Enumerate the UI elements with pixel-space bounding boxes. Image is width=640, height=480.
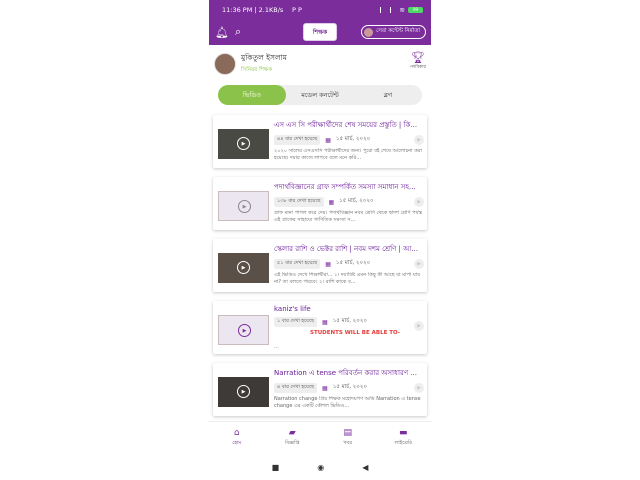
app-bar: 🔔︎ ⌕ শিক্ষক সেরা কন্টেন্ট নির্মাতা xyxy=(209,19,431,45)
signal-icon xyxy=(379,6,387,13)
video-date: ১৫ মার্চ, ২০২০ xyxy=(339,198,374,204)
play-icon-faded: ▶ xyxy=(414,135,424,145)
play-icon-faded: ▶ xyxy=(414,197,424,207)
nav-news-label: খবর xyxy=(343,440,353,446)
folder-icon: ▬ xyxy=(398,428,408,438)
teacher-role: সিনিয়র শিক্ষক xyxy=(241,66,273,73)
video-description: গ্রাফ মানা পাগল করে দেয়। পদার্থবিজ্ঞান … xyxy=(274,210,422,223)
play-icon: ▶ xyxy=(238,324,251,337)
tab-video[interactable]: ভিডিও xyxy=(218,85,286,105)
video-card[interactable]: ▶ স্কেলার রাশি ও ভেক্টর রাশি | নবম দশম শ… xyxy=(213,239,427,292)
calendar-icon: ▦ xyxy=(322,384,328,392)
tab-blog[interactable]: ব্লগ xyxy=(354,85,422,105)
battery-icon: 99 xyxy=(408,6,423,13)
award-button[interactable]: 🏆︎ পদবিকার xyxy=(410,51,426,71)
video-description: এই ভিডিও দেখে শিক্ষার্থীরা... ১। দয়াবিষ… xyxy=(274,272,421,285)
video-title[interactable]: kaniz's life xyxy=(274,305,422,313)
nav-notifications[interactable]: ▰ বিজ্ঞপ্তি xyxy=(265,422,321,454)
tab-model-content[interactable]: মডেল কনটেন্ট xyxy=(286,85,354,105)
video-title[interactable]: স্কেলার রাশি ও ভেক্টর রাশি | নবম দশম শ্র… xyxy=(274,243,422,255)
video-description: ২০২০ সালের এসএসসি পরীক্ষার্থীদের জন্য। প… xyxy=(274,148,422,161)
trophy-icon: 🏆︎ xyxy=(410,51,425,64)
video-card[interactable]: ▶ Narration এ tense পরিবর্তন করার অসাধার… xyxy=(213,363,427,416)
bottom-navigation: ⌂ হোম ▰ বিজ্ঞপ্তি ▤ খবর ▬ লাইব্রেরি xyxy=(209,421,431,454)
nav-notifications-label: বিজ্ঞপ্তি xyxy=(284,440,300,446)
best-content-label: সেরা কন্টেন্ট নির্মাতা xyxy=(376,28,420,34)
play-icon-faded: ▶ xyxy=(414,321,424,331)
calendar-icon: ▦ xyxy=(325,260,331,268)
video-title[interactable]: এস এস সি পরীক্ষার্থীদের শেষ সময়ের প্রস্… xyxy=(274,119,422,131)
home-system-button[interactable]: ◉ xyxy=(317,463,324,472)
video-date: ১৫ মার্চ, ২০২০ xyxy=(332,318,367,324)
play-icon-faded: ▶ xyxy=(414,383,424,393)
calendar-icon: ▦ xyxy=(322,318,328,326)
creator-avatar xyxy=(364,27,374,37)
back-button[interactable]: ◀ xyxy=(362,463,368,472)
play-icon: ▶ xyxy=(238,200,251,213)
video-date: ১৫ মার্চ, ২০২০ xyxy=(332,384,367,390)
video-card[interactable]: ▶ পদার্থবিজ্ঞানের গ্রাফ সম্পর্কিত সমস্যা… xyxy=(213,177,427,230)
status-right: ≋ 99 xyxy=(379,5,423,14)
system-navigation: ■ ◉ ◀ xyxy=(209,454,431,480)
video-title[interactable]: পদার্থবিজ্ঞানের গ্রাফ সম্পর্কিত সমস্যা স… xyxy=(274,181,422,193)
logo-text: শিক্ষক xyxy=(312,28,328,36)
play-icon: ▶ xyxy=(237,385,250,398)
view-count: ১ বার দেখা হয়েছে xyxy=(274,317,318,327)
app-logo: শিক্ষক xyxy=(303,23,337,41)
nav-home[interactable]: ⌂ হোম xyxy=(209,422,265,454)
award-label: পদবিকার xyxy=(409,65,426,70)
video-date: ১৫ মার্চ, ২০২০ xyxy=(335,136,371,142)
video-list: ▶ এস এস সি পরীক্ষার্থীদের শেষ সময়ের প্র… xyxy=(213,115,427,425)
video-card[interactable]: ▶ এস এস সি পরীক্ষার্থীদের শেষ সময়ের প্র… xyxy=(213,115,427,168)
content-tabs: ভিডিও মডেল কনটেন্ট ব্লগ xyxy=(218,85,422,105)
avatar xyxy=(214,52,236,75)
search-icon[interactable]: ⌕ xyxy=(235,25,255,39)
phone-screen: 11:36 PM | 2.1KB/s P P ≋ 99 🔔︎ ⌕ শিক্ষক … xyxy=(209,0,431,480)
home-icon: ⌂ xyxy=(233,428,240,438)
video-description: STUDENTS WILL BE ABLE TO- xyxy=(310,330,401,336)
view-count: ৪৪ বার দেখা হয়েছে xyxy=(274,135,321,145)
play-icon-faded: ▶ xyxy=(414,259,424,269)
video-description: Narration change প্রিয় শিক্ষক মহোদয়গণ … xyxy=(274,396,421,409)
video-thumbnail[interactable]: ▶ xyxy=(218,253,269,283)
teacher-profile[interactable]: মুকিতুল ইসলাম সিনিয়র শিক্ষক 🏆︎ পদবিকার xyxy=(209,45,431,82)
notification-bell-icon[interactable]: 🔔︎ xyxy=(215,26,235,39)
video-title[interactable]: Narration এ tense পরিবর্তন করার অসাধারণ … xyxy=(274,367,422,379)
video-date: ১৫ মার্চ, ২০২০ xyxy=(335,260,371,266)
video-description-more: ... xyxy=(274,344,279,350)
calendar-icon: ▦ xyxy=(328,198,335,206)
video-thumbnail[interactable]: ▶ xyxy=(218,315,269,345)
video-card[interactable]: ▶ kaniz's life ১ বার দেখা হয়েছে ▦ ১৫ মার্… xyxy=(213,301,427,354)
status-bar: 11:36 PM | 2.1KB/s P P ≋ 99 xyxy=(209,0,431,19)
status-time: 11:36 PM | 2.1KB/s xyxy=(222,5,284,14)
view-count: ৫১ বার দেখা হয়েছে xyxy=(274,259,321,269)
calendar-icon: ▦ xyxy=(325,136,331,144)
notification-icon: ▰ xyxy=(288,428,296,438)
view-count: ৪ বার দেখা হয়েছে xyxy=(274,383,318,393)
video-thumbnail[interactable]: ▶ xyxy=(218,377,269,407)
teacher-name: মুকিতুল ইসলাম xyxy=(241,52,287,62)
video-thumbnail[interactable]: ▶ xyxy=(218,191,269,221)
play-icon: ▶ xyxy=(237,261,250,274)
best-content-creator-button[interactable]: সেরা কন্টেন্ট নির্মাতা xyxy=(361,25,426,39)
news-icon: ▤ xyxy=(343,428,352,438)
nav-library[interactable]: ▬ লাইব্রেরি xyxy=(376,422,432,454)
wifi-icon: ≋ xyxy=(399,5,405,14)
nav-home-label: হোম xyxy=(232,440,242,446)
signal-icon-2 xyxy=(389,6,397,13)
recent-apps-button[interactable]: ■ xyxy=(272,463,280,472)
view-count: ১৩৮ বার দেখা হয়েছে xyxy=(274,197,324,207)
play-icon: ▶ xyxy=(237,137,250,150)
status-p-icons: P P xyxy=(292,5,302,14)
nav-news[interactable]: ▤ খবর xyxy=(320,422,376,454)
nav-library-label: লাইব্রেরি xyxy=(394,440,413,446)
video-thumbnail[interactable]: ▶ xyxy=(218,129,269,159)
